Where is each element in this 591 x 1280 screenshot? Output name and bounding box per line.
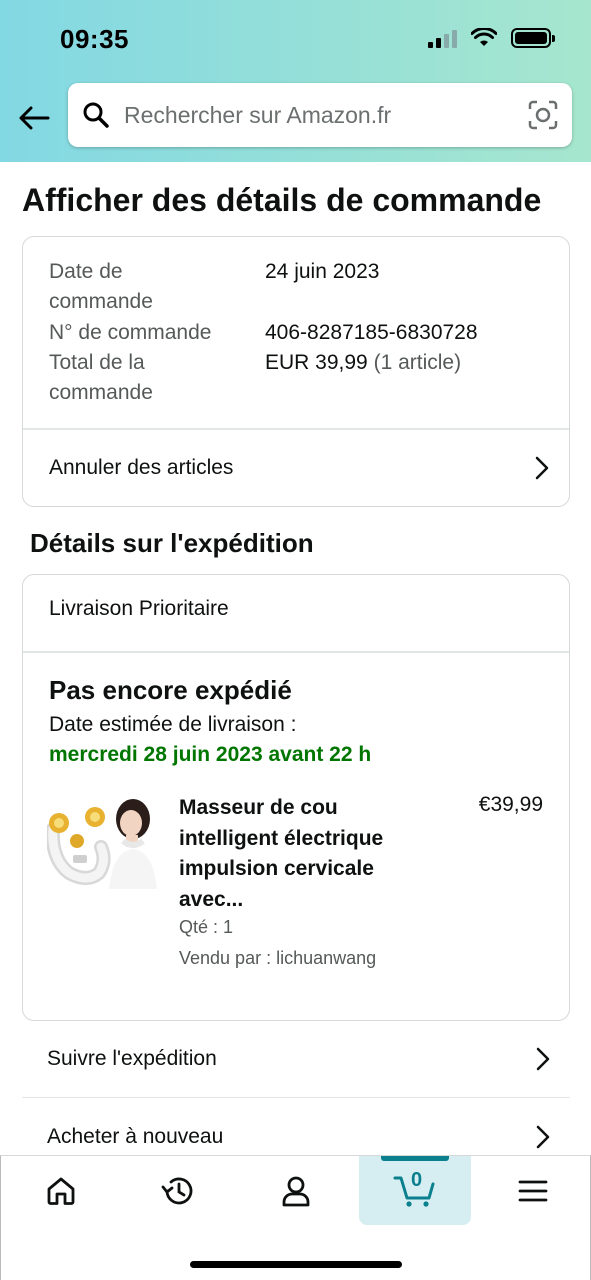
search-bar[interactable]: Rechercher sur Amazon.fr	[68, 83, 572, 147]
product-price: €39,99	[478, 793, 543, 816]
arrow-left-icon	[19, 106, 50, 130]
cart-count-badge: 0	[411, 1169, 423, 1191]
product-quantity: Qté : 1	[179, 917, 234, 937]
chevron-right-icon	[535, 456, 549, 480]
divider	[23, 651, 569, 653]
product-seller: Vendu par : lichuanwang	[179, 948, 377, 968]
cancel-items-link[interactable]: Annuler des articles	[23, 429, 569, 507]
battery-icon	[511, 28, 555, 48]
track-shipment-link[interactable]: Suivre l'expédition	[22, 1020, 570, 1098]
order-total-label: Total de la commande	[49, 351, 153, 404]
product-title-link[interactable]: Masseur de cou intelligent électrique im…	[179, 793, 429, 915]
home-indicator[interactable]	[190, 1261, 402, 1268]
nav-cart[interactable]: 0	[359, 1156, 471, 1225]
shipping-type: Livraison Prioritaire	[49, 597, 229, 620]
wifi-icon	[471, 28, 497, 46]
cancel-items-label: Annuler des articles	[49, 456, 234, 479]
page-title: Afficher des détails de commande	[22, 182, 542, 218]
track-shipment-label: Suivre l'expédition	[47, 1046, 217, 1070]
nav-menu[interactable]	[477, 1156, 589, 1226]
shipping-section-title: Détails sur l'expédition	[30, 528, 314, 558]
order-number-value: 406-8287185-6830728	[265, 321, 478, 344]
chevron-right-icon	[536, 1047, 550, 1070]
account-icon	[282, 1176, 310, 1207]
order-total-value: EUR 39,99 (1 article)	[265, 351, 462, 374]
order-summary-card: Date de commande 24 juin 2023 N° de comm…	[22, 236, 570, 507]
home-icon	[47, 1177, 75, 1205]
status-time: 09:35	[60, 24, 129, 54]
menu-icon	[518, 1180, 548, 1202]
order-number-label: N° de commande	[49, 321, 212, 344]
history-icon	[161, 1177, 193, 1205]
search-icon	[83, 102, 109, 128]
signal-icon	[428, 28, 457, 48]
status-icons	[428, 28, 555, 48]
shipment-card: Livraison Prioritaire Pas encore expédié…	[22, 574, 570, 1021]
order-date-label: Date de commande	[49, 260, 153, 313]
nav-home[interactable]	[5, 1156, 117, 1226]
back-button[interactable]	[14, 98, 54, 138]
order-date-value: 24 juin 2023	[265, 260, 380, 283]
camera-scan-icon[interactable]	[528, 100, 558, 130]
chevron-right-icon	[536, 1125, 550, 1149]
estimated-delivery-date: mercredi 28 juin 2023 avant 22 h	[49, 743, 372, 766]
product-image[interactable]	[47, 789, 157, 889]
active-tab-indicator	[381, 1156, 449, 1161]
nav-history[interactable]	[122, 1156, 234, 1226]
estimated-delivery-label: Date estimée de livraison :	[49, 713, 297, 736]
shipment-status: Pas encore expédié	[49, 675, 292, 705]
search-input[interactable]: Rechercher sur Amazon.fr	[124, 102, 528, 129]
app-header: 09:35 Rechercher sur Amazon.fr	[0, 0, 591, 162]
nav-account[interactable]	[240, 1156, 352, 1226]
buy-again-label: Acheter à nouveau	[47, 1125, 224, 1148]
